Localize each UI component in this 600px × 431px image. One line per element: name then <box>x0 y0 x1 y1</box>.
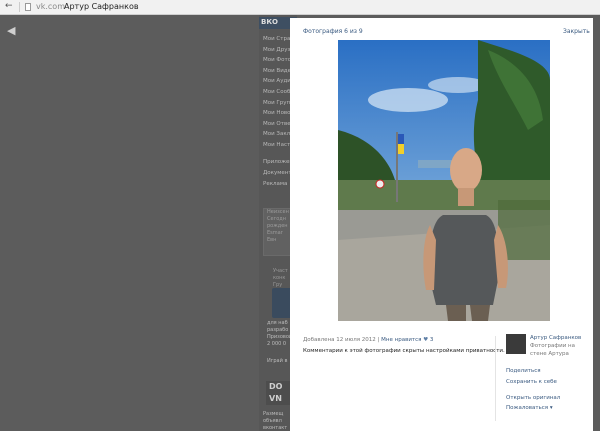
page-icon <box>25 3 31 11</box>
ad-block-text: Участ конк Гру <box>273 268 288 289</box>
bg-text2-line-0: для наб <box>267 320 288 326</box>
added-date: Добавлена 12 июля 2012 <box>303 337 376 343</box>
meta-separator: | <box>377 337 380 343</box>
browser-url-bar: ← vk.com Артур Сафранков <box>0 0 600 15</box>
photo-image[interactable] <box>338 40 550 321</box>
photo-counter: Фотография 6 из 9 <box>303 28 363 35</box>
ad-text: для наб разрабо Призовой 2 000 0 <box>267 320 292 348</box>
album-link[interactable]: Фотографии на стене Артура <box>530 343 586 358</box>
left-menu-secondary: Приложен Документ Реклама <box>263 157 293 190</box>
url-host[interactable]: vk.com <box>36 2 65 11</box>
toolbar-separator <box>19 2 20 12</box>
share-link[interactable]: Поделиться <box>506 368 541 374</box>
bg-text2-line-1: разрабо <box>267 327 289 333</box>
heart-icon[interactable]: ♥ <box>423 337 428 343</box>
photo-viewer-popup: Фотография 6 из 9 Закрыть Добавлена 12 и… <box>290 18 593 431</box>
ad-text-2: Играй в <box>267 358 287 365</box>
bg-menu2-item-0: Приложен <box>263 159 294 165</box>
close-link[interactable]: Закрыть <box>563 28 590 35</box>
scrollbar[interactable] <box>593 18 600 431</box>
photo-meta: Добавлена 12 июля 2012 | Мне нравится ♥ … <box>303 337 433 343</box>
bg-block-line-1: конк <box>273 275 286 281</box>
url-title[interactable]: Артур Сафранков <box>64 2 139 11</box>
report-link[interactable]: Пожаловаться ▾ <box>506 405 553 411</box>
sidebar-divider <box>495 336 496 421</box>
author-avatar[interactable] <box>506 334 526 354</box>
bg-menu2-item-2: Реклама <box>263 181 288 187</box>
bg-menu2-item-1: Документ <box>263 170 292 176</box>
bg-text2-line-2: Призовой <box>267 334 293 340</box>
like-count[interactable]: 3 <box>430 337 434 343</box>
bg-text3-line-0: Играй в <box>267 358 288 364</box>
bg-block-line-0: Участ <box>273 268 288 274</box>
ad-logo <box>272 288 292 318</box>
like-link[interactable]: Мне нравится <box>381 337 421 343</box>
back-arrow-icon[interactable]: ← <box>5 1 13 11</box>
privacy-note: Комментарии к этой фотографии скрыты нас… <box>303 348 505 354</box>
bg-text2-line-3: 2 000 0 <box>267 341 287 347</box>
save-link[interactable]: Сохранить к себе <box>506 379 557 385</box>
author-name-link[interactable]: Артур Сафранков <box>530 335 581 341</box>
previous-photo-arrow-icon[interactable]: ◀ <box>7 24 15 37</box>
open-original-link[interactable]: Открыть оригинал <box>506 395 560 401</box>
